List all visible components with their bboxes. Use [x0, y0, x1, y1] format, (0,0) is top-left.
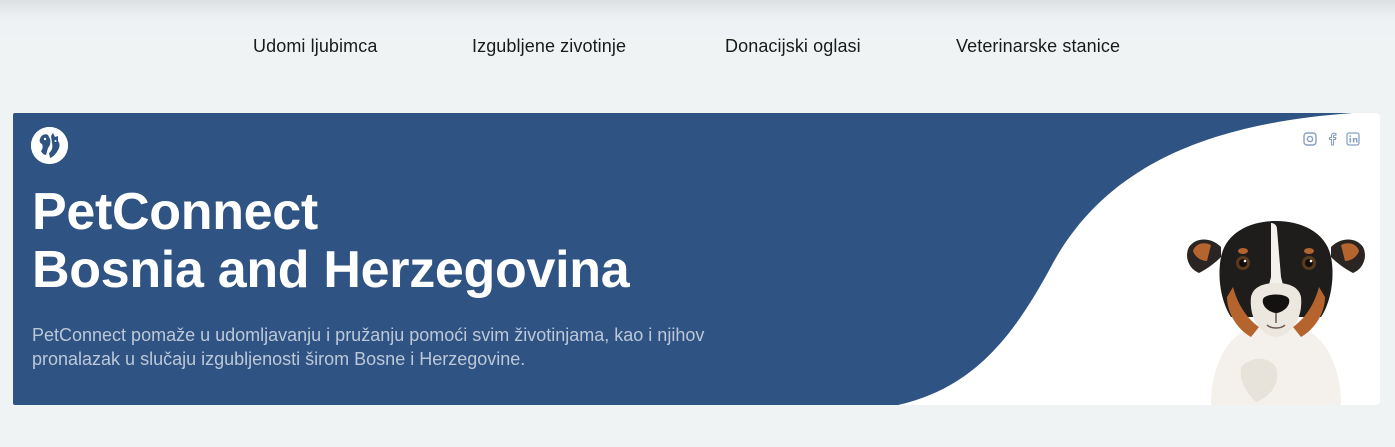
hero-description-line-2: pronalazak u slučaju izgubljenosti širom… — [32, 349, 526, 369]
nav-item-izgubljene-zivotinje[interactable]: Izgubljene zivotinje — [472, 36, 626, 57]
dog-photo — [1187, 221, 1365, 405]
hero-title-line-2: Bosnia and Herzegovina — [32, 241, 630, 299]
instagram-icon[interactable] — [1302, 131, 1318, 147]
nav-item-donacijski-oglasi[interactable]: Donacijski oglasi — [725, 36, 861, 57]
nav-item-veterinarske-stanice[interactable]: Veterinarske stanice — [956, 36, 1120, 57]
hero-description: PetConnect pomaže u udomljavanju i pruža… — [32, 323, 832, 371]
nav-item-udomi-ljubimca[interactable]: Udomi ljubimca — [253, 36, 377, 57]
hero-title: PetConnect Bosnia and Herzegovina — [32, 183, 630, 299]
hero-title-line-1: PetConnect — [32, 183, 318, 241]
hero-banner: PetConnect Bosnia and Herzegovina PetCon… — [13, 113, 1380, 405]
hero-description-line-1: PetConnect pomaže u udomljavanju i pruža… — [32, 325, 705, 345]
dog-cat-logo-icon[interactable] — [31, 127, 68, 164]
main-nav: Udomi ljubimca Izgubljene zivotinje Dona… — [0, 36, 1395, 60]
facebook-icon[interactable] — [1324, 131, 1340, 147]
linkedin-icon[interactable] — [1345, 131, 1361, 147]
